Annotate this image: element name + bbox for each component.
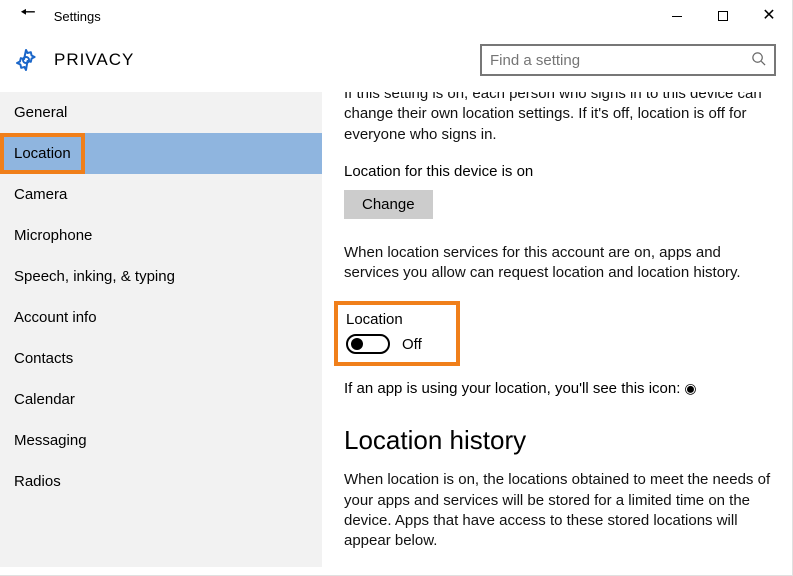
sidebar-item-label: General xyxy=(14,104,67,121)
back-button[interactable]: 🠔 xyxy=(20,0,36,30)
sidebar-item-contacts[interactable]: Contacts xyxy=(0,338,322,379)
sidebar-item-label: Speech, inking, & typing xyxy=(14,268,175,285)
account-text: When location services for this account … xyxy=(344,243,774,284)
history-heading: Location history xyxy=(344,425,774,456)
sidebar-item-label: Messaging xyxy=(14,432,87,449)
page-title: PRIVACY xyxy=(54,50,464,70)
toggle-label: Location xyxy=(346,311,422,328)
highlight-annotation: Location Off xyxy=(334,301,460,366)
toggle-state: Off xyxy=(402,336,422,353)
sidebar-item-label: Camera xyxy=(14,186,67,203)
sidebar-item-radios[interactable]: Radios xyxy=(0,461,322,502)
toggle-knob xyxy=(351,338,363,350)
sidebar-item-location[interactable]: Location xyxy=(0,133,322,174)
close-button[interactable]: ✕ xyxy=(746,0,792,32)
main-panel: If this setting is on, each person who s… xyxy=(322,92,792,567)
sidebar-item-calendar[interactable]: Calendar xyxy=(0,379,322,420)
sidebar-item-camera[interactable]: Camera xyxy=(0,174,322,215)
change-button[interactable]: Change xyxy=(344,190,433,219)
sidebar-item-speech[interactable]: Speech, inking, & typing xyxy=(0,256,322,297)
sidebar-item-label: Account info xyxy=(14,309,97,326)
sidebar-item-label: Calendar xyxy=(14,391,75,408)
intro-text: If this setting is on, each person who s… xyxy=(344,92,774,145)
icon-notice-text: If an app is using your location, you'll… xyxy=(344,380,680,397)
sidebar-item-general[interactable]: General xyxy=(0,92,322,133)
search-icon xyxy=(751,51,766,69)
header: PRIVACY xyxy=(0,32,792,92)
search-input[interactable] xyxy=(490,52,751,69)
sidebar-item-messaging[interactable]: Messaging xyxy=(0,420,322,461)
sidebar-item-label: Contacts xyxy=(14,350,73,367)
device-status: Location for this device is on xyxy=(344,163,774,180)
sidebar-item-label: Location xyxy=(14,145,71,162)
icon-notice: If an app is using your location, you'll… xyxy=(344,380,774,397)
gear-icon xyxy=(14,48,38,72)
sidebar: General Location Camera Microphone Speec… xyxy=(0,92,322,567)
highlight-annotation: Location xyxy=(0,133,85,174)
history-body: When location is on, the locations obtai… xyxy=(344,470,774,551)
window-title: Settings xyxy=(54,9,101,24)
sidebar-item-label: Microphone xyxy=(14,227,92,244)
maximize-button[interactable] xyxy=(700,0,746,32)
sidebar-item-label: Radios xyxy=(14,473,61,490)
location-toggle[interactable] xyxy=(346,334,390,354)
minimize-button[interactable] xyxy=(654,0,700,32)
search-box[interactable] xyxy=(480,44,776,76)
titlebar: 🠔 Settings ✕ xyxy=(0,0,792,32)
sidebar-item-account-info[interactable]: Account info xyxy=(0,297,322,338)
location-target-icon: ◉ xyxy=(684,380,696,397)
sidebar-item-microphone[interactable]: Microphone xyxy=(0,215,322,256)
